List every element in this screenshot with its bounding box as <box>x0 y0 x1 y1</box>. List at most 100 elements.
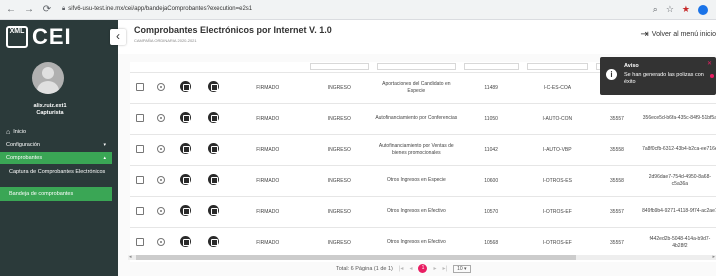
type-cell: INGRESO <box>305 165 373 197</box>
star-icon[interactable]: ☆ <box>666 4 674 15</box>
row-checkbox[interactable] <box>135 237 144 246</box>
download-document-icon[interactable] <box>208 236 219 247</box>
id-cell: 35558 <box>592 165 642 197</box>
sidebar-item-label: Captura de Comprobantes Electrónicos <box>9 169 106 175</box>
filter-input[interactable] <box>463 63 519 71</box>
view-document-icon[interactable] <box>179 81 191 92</box>
row-checkbox[interactable] <box>135 206 144 215</box>
row-checkbox[interactable] <box>135 144 144 153</box>
status-cell: FIRMADO <box>229 134 306 166</box>
sidebar-item-comprobantes[interactable]: Comprobantes ▴ <box>0 152 112 164</box>
app-header: XML CEI ‹ Comprobantes Electrónicos por … <box>0 20 716 54</box>
row-radio[interactable] <box>157 113 166 122</box>
table-row[interactable]: FIRMADO INGRESO Otros Ingresos en Efectivo… <box>130 227 716 259</box>
scroll-right-icon[interactable]: ▸ <box>712 254 715 260</box>
sidebar-item-bandeja[interactable]: Bandeja de comprobantes <box>0 187 112 201</box>
chevron-up-icon: ▴ <box>103 155 106 161</box>
code-cell: I-AUTO-VBP <box>522 134 593 166</box>
sidebar-item-label: Comprobantes <box>6 155 43 161</box>
horizontal-scrollbar[interactable]: ◂ ▸ <box>128 254 716 260</box>
table-row[interactable]: FIRMADO INGRESO Autofinanciamiento por Con… <box>130 103 716 135</box>
uuid-cell: 2d96dae7-754d-4950-8a68-c5a36a <box>641 165 716 197</box>
download-document-icon[interactable] <box>208 205 219 216</box>
id-cell: 35557 <box>592 103 642 135</box>
last-page-icon[interactable]: ▸| <box>442 265 447 272</box>
user-avatar <box>32 62 64 94</box>
filter-input[interactable] <box>309 63 369 71</box>
view-document-icon[interactable] <box>179 112 191 123</box>
uuid-cell: 356ece5d-b6fa-435c-84f9-51bf5a <box>641 103 716 135</box>
logo: XML CEI <box>0 20 118 54</box>
concept-cell: Autofinanciamiento por Ventas de bienes … <box>372 134 460 166</box>
type-cell: INGRESO <box>305 103 373 135</box>
forward-arrow-icon[interactable]: → <box>22 4 36 15</box>
concept-cell: Otros Ingresos en Especie <box>372 165 460 197</box>
zoom-icon[interactable]: ⌕ <box>653 4 658 15</box>
url-text: sifv6-usu-test.ine.mx/cei/app/bandejaCom… <box>68 6 253 12</box>
view-document-icon[interactable] <box>179 143 191 154</box>
code-cell: I-OTROS-EF <box>522 227 593 259</box>
extension-icon[interactable]: ★ <box>682 4 690 15</box>
table-row[interactable]: FIRMADO INGRESO Otros Ingresos en Especie 1… <box>130 165 716 197</box>
xml-logo-icon: XML <box>6 26 28 48</box>
prev-page-icon[interactable]: ◂ <box>409 265 412 272</box>
row-radio[interactable] <box>157 206 166 215</box>
number-cell: 11489 <box>459 72 523 104</box>
number-cell: 10568 <box>459 227 523 259</box>
row-radio[interactable] <box>157 175 166 184</box>
app-title: Comprobantes Electrónicos por Internet V… <box>134 25 332 35</box>
sidebar-item-configuracion[interactable]: Configuración ▾ <box>0 138 112 152</box>
current-page-button[interactable]: 1 <box>418 264 428 273</box>
number-cell: 11042 <box>459 134 523 166</box>
view-document-icon[interactable] <box>179 236 191 247</box>
download-document-icon[interactable] <box>208 174 219 185</box>
table-row[interactable]: FIRMADO INGRESO Otros Ingresos en Efectivo… <box>130 196 716 228</box>
close-icon[interactable]: ✕ <box>707 60 712 67</box>
notification-toast: i Aviso Se han generado las polizas con … <box>600 57 716 95</box>
collapse-sidebar-button[interactable]: ‹ <box>110 29 126 45</box>
home-icon: ⌂ <box>6 128 11 136</box>
filter-input[interactable] <box>526 63 589 71</box>
logo-text: CEI <box>32 24 72 49</box>
scroll-left-icon[interactable]: ◂ <box>129 254 132 260</box>
concept-cell: Aportaciones del Candidato en Especie <box>372 72 460 104</box>
row-radio[interactable] <box>157 144 166 153</box>
type-cell: INGRESO <box>305 134 373 166</box>
number-cell: 11050 <box>459 103 523 135</box>
page-size-select[interactable]: 10 ▾ <box>453 264 471 273</box>
back-to-menu-link[interactable]: ⇥ Volver al menú inicio <box>640 29 716 40</box>
row-radio[interactable] <box>157 82 166 91</box>
scrollbar-thumb[interactable] <box>136 255 576 260</box>
status-cell: FIRMADO <box>229 165 306 197</box>
back-arrow-icon[interactable]: ← <box>4 4 18 15</box>
download-document-icon[interactable] <box>208 143 219 154</box>
view-document-icon[interactable] <box>179 174 191 185</box>
reload-icon[interactable]: ⟳ <box>40 4 54 15</box>
sidebar-item-captura[interactable]: Captura de Comprobantes Electrónicos <box>0 166 112 186</box>
row-radio[interactable] <box>157 237 166 246</box>
code-cell: I-AUTO-CON <box>522 103 593 135</box>
sidebar-item-label: Inicio <box>13 129 27 135</box>
number-cell: 10600 <box>459 165 523 197</box>
user-name: alix.ruiz.ext1 <box>33 103 67 109</box>
concept-cell: Autofinanciamiento por Conferencias <box>372 103 460 135</box>
row-checkbox[interactable] <box>135 82 144 91</box>
next-page-icon[interactable]: ▸ <box>433 265 436 272</box>
first-page-icon[interactable]: |◂ <box>399 265 404 272</box>
code-cell: I-OTROS-ES <box>522 165 593 197</box>
row-checkbox[interactable] <box>135 175 144 184</box>
filter-input[interactable] <box>376 63 456 71</box>
download-document-icon[interactable] <box>208 112 219 123</box>
table-row[interactable]: FIRMADO INGRESO Autofinanciamiento por Ven… <box>130 134 716 166</box>
download-document-icon[interactable] <box>208 81 219 92</box>
profile-avatar[interactable] <box>698 4 708 15</box>
id-cell: 35557 <box>592 196 642 228</box>
uuid-cell: 849fb9b4-9271-4118-9f74-ac2ae7 <box>641 196 716 228</box>
number-cell: 10570 <box>459 196 523 228</box>
sidebar-item-inicio[interactable]: ⌂ Inicio <box>0 126 112 138</box>
info-icon: i <box>606 69 617 80</box>
sidebar-item-label: Configuración <box>6 142 40 148</box>
view-document-icon[interactable] <box>179 205 191 216</box>
row-checkbox[interactable] <box>135 113 144 122</box>
address-bar[interactable]: 🔒︎ sifv6-usu-test.ine.mx/cei/app/bandejaC… <box>62 6 653 13</box>
